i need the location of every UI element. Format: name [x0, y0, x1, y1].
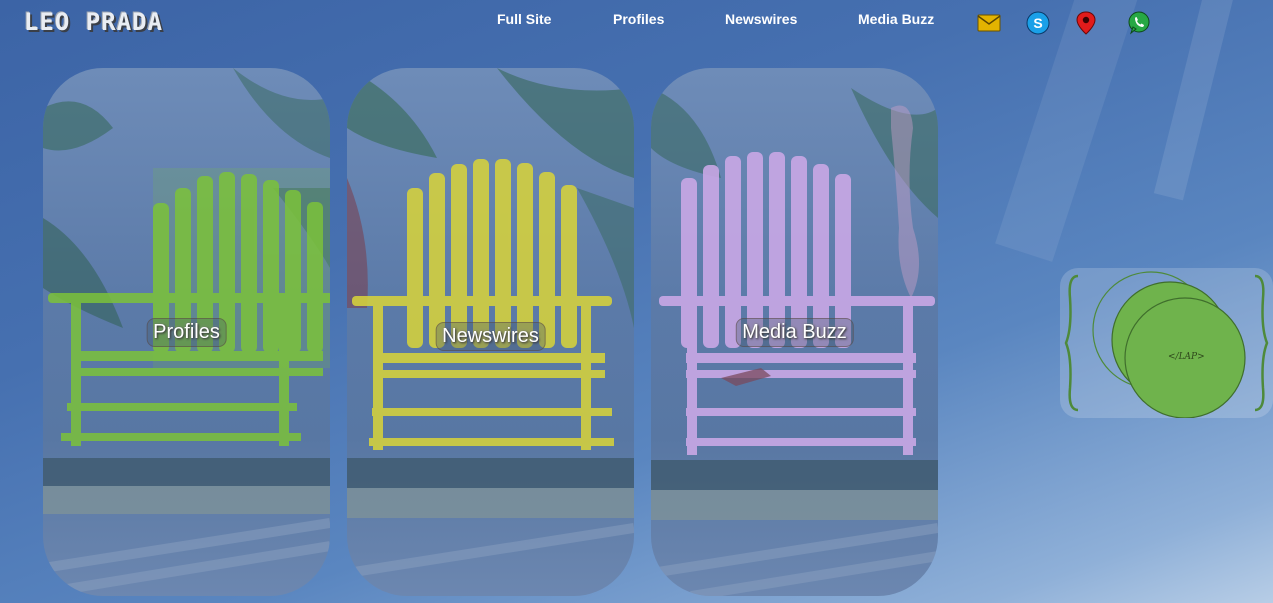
light-beam — [995, 0, 1145, 262]
whatsapp-icon[interactable] — [1126, 10, 1152, 36]
mail-icon[interactable] — [976, 10, 1002, 36]
card-label: Newswires — [435, 322, 546, 351]
nav-profiles[interactable]: Profiles — [613, 11, 664, 27]
nav-media-buzz[interactable]: Media Buzz — [858, 11, 934, 27]
card-media-buzz[interactable]: Media Buzz — [651, 68, 938, 596]
nav-full-site[interactable]: Full Site — [497, 11, 551, 27]
card-label: Media Buzz — [735, 318, 854, 347]
lap-label: </LAP> — [1168, 352, 1205, 362]
skype-icon[interactable]: S — [1025, 10, 1051, 36]
svg-text:S: S — [1033, 15, 1042, 31]
site-logo[interactable]: LEO PRADA — [24, 8, 163, 36]
card-profiles[interactable]: Profiles — [43, 68, 330, 596]
location-pin-icon[interactable] — [1073, 10, 1099, 36]
lap-logo-graphic — [1064, 271, 1269, 418]
nav-newswires[interactable]: Newswires — [725, 11, 797, 27]
card-label: Profiles — [146, 318, 227, 347]
light-beam — [1153, 0, 1237, 201]
card-newswires[interactable]: Newswires — [347, 68, 634, 596]
lap-badge[interactable]: </LAP> — [1060, 268, 1273, 418]
